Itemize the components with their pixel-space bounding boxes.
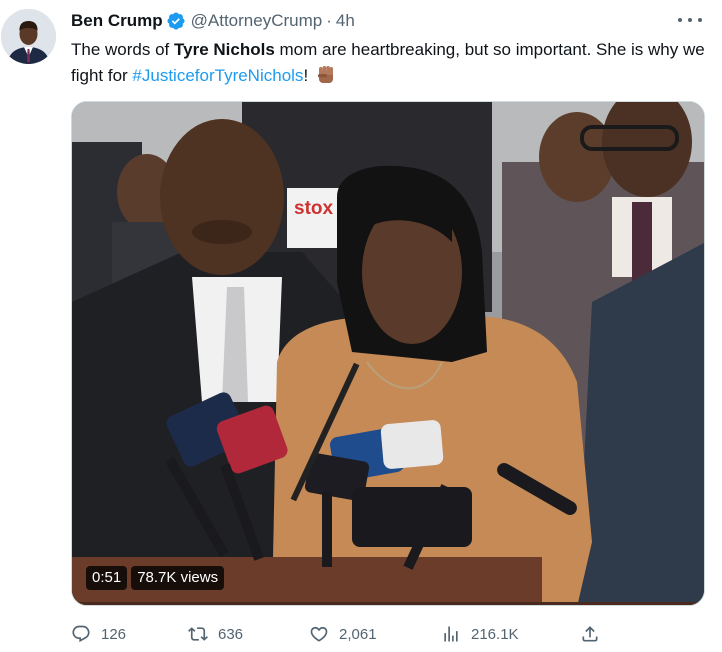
hashtag-link[interactable]: #JusticeforTyreNichols — [132, 66, 303, 85]
reply-icon — [72, 625, 90, 643]
views-count: 216.1K — [471, 625, 519, 643]
author-handle[interactable]: @AttorneyCrump — [191, 11, 323, 31]
video-views: 78.7K views — [131, 566, 225, 590]
tweet-text: The words of Tyre Nichols mom are heartb… — [71, 37, 711, 89]
share-icon — [582, 626, 598, 642]
tweet[interactable]: Ben Crump @AttorneyCrump · 4h The words … — [0, 0, 722, 652]
tweet-text-part: The words of — [71, 40, 174, 59]
analytics-icon — [444, 626, 458, 642]
retweet-button[interactable]: 636 — [188, 622, 243, 646]
raised-fist-icon — [315, 64, 337, 86]
tweet-text-bold: Tyre Nichols — [174, 40, 275, 59]
like-button[interactable]: 2,061 — [309, 622, 377, 646]
author-name[interactable]: Ben Crump — [71, 11, 163, 31]
like-count: 2,061 — [339, 625, 377, 643]
video-frame: stox — [72, 102, 704, 605]
tweet-text-end: ! — [303, 66, 309, 85]
reply-count: 126 — [101, 625, 127, 643]
like-icon — [310, 626, 328, 642]
reply-button[interactable]: 126 — [71, 622, 126, 646]
video-duration: 0:51 — [86, 566, 128, 590]
more-icon[interactable] — [678, 10, 702, 30]
timestamp[interactable]: 4h — [336, 11, 355, 31]
video-overlay: 0:51 78.7K views — [86, 566, 225, 590]
video-player[interactable]: stox — [71, 101, 705, 606]
verified-badge-icon — [166, 11, 186, 31]
avatar[interactable] — [1, 9, 56, 64]
retweet-icon — [188, 627, 208, 641]
tweet-header: Ben Crump @AttorneyCrump · 4h — [71, 10, 355, 32]
share-button[interactable] — [580, 622, 610, 646]
retweet-count: 636 — [218, 625, 244, 643]
svg-text:stox: stox — [294, 198, 334, 219]
action-bar: 126 636 2,061 216.1K — [71, 622, 711, 646]
views-button[interactable]: 216.1K — [441, 622, 519, 646]
separator-dot: · — [326, 11, 332, 30]
